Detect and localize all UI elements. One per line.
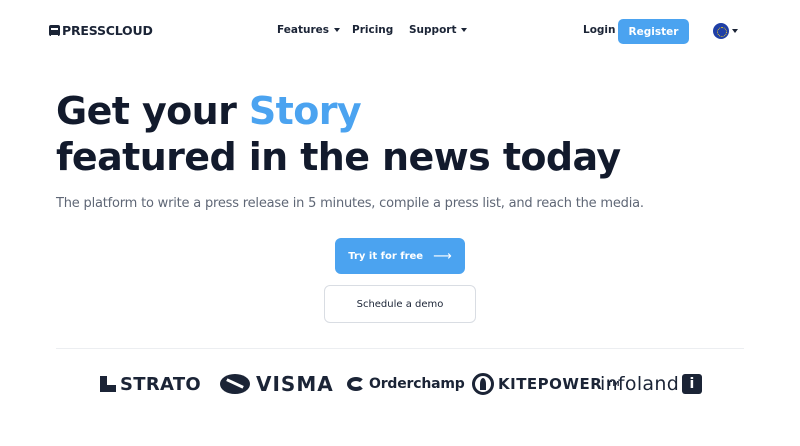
nav-features[interactable]: Features: [277, 24, 340, 36]
hero-title-prefix: Get your: [56, 89, 249, 133]
logo-text: PRESSCLOUD: [62, 23, 153, 38]
eu-flag-icon: [713, 23, 729, 39]
visma-logo-text: VISMA: [256, 372, 334, 396]
try-free-button[interactable]: Try it for free ⟶: [335, 238, 465, 274]
hero-subtitle: The platform to write a press release in…: [56, 196, 644, 211]
hero-title-line2: featured in the news today: [56, 135, 621, 179]
chevron-down-icon: [732, 29, 738, 33]
nav-features-label: Features: [277, 24, 329, 36]
nav-support-label: Support: [409, 24, 457, 36]
orderchamp-logo-text: Orderchamp: [369, 376, 465, 392]
visma-logo: VISMA: [220, 372, 334, 396]
chevron-down-icon: [334, 28, 340, 32]
infoland-logo-text: infoland: [600, 373, 680, 395]
strato-logo-text: STRATO: [120, 373, 202, 395]
kitepower-logo: KITEPOWER TM: [472, 372, 620, 396]
register-button[interactable]: Register: [618, 19, 689, 44]
kitepower-logo-text: KITEPOWER: [498, 375, 603, 393]
hero-title-accent: Story: [248, 89, 362, 133]
chevron-down-icon: [461, 28, 468, 32]
infoland-logo: infoland i: [600, 372, 703, 396]
nav-pricing[interactable]: Pricing: [352, 24, 393, 36]
nav-support[interactable]: Support: [409, 24, 468, 36]
visma-logo-icon: [220, 374, 250, 394]
orderchamp-logo: Orderchamp: [347, 372, 465, 396]
hero-title: Get your Story featured in the news toda…: [56, 88, 621, 180]
try-free-label: Try it for free: [348, 250, 424, 262]
language-selector[interactable]: [713, 23, 738, 39]
info-icon: i: [682, 374, 703, 394]
nav-pricing-label: Pricing: [352, 24, 394, 36]
strato-logo-icon: [100, 376, 116, 392]
login-link[interactable]: Login: [583, 24, 616, 36]
schedule-demo-button[interactable]: Schedule a demo: [324, 285, 476, 323]
presscloud-logo[interactable]: PRESSCLOUD: [49, 23, 153, 38]
strato-logo: STRATO: [100, 372, 201, 396]
orderchamp-logo-icon: [347, 377, 365, 391]
presscloud-logo-icon: [49, 25, 60, 37]
section-divider: [56, 348, 744, 349]
arrow-right-icon: ⟶: [433, 248, 452, 264]
kitepower-logo-icon: [472, 373, 494, 395]
